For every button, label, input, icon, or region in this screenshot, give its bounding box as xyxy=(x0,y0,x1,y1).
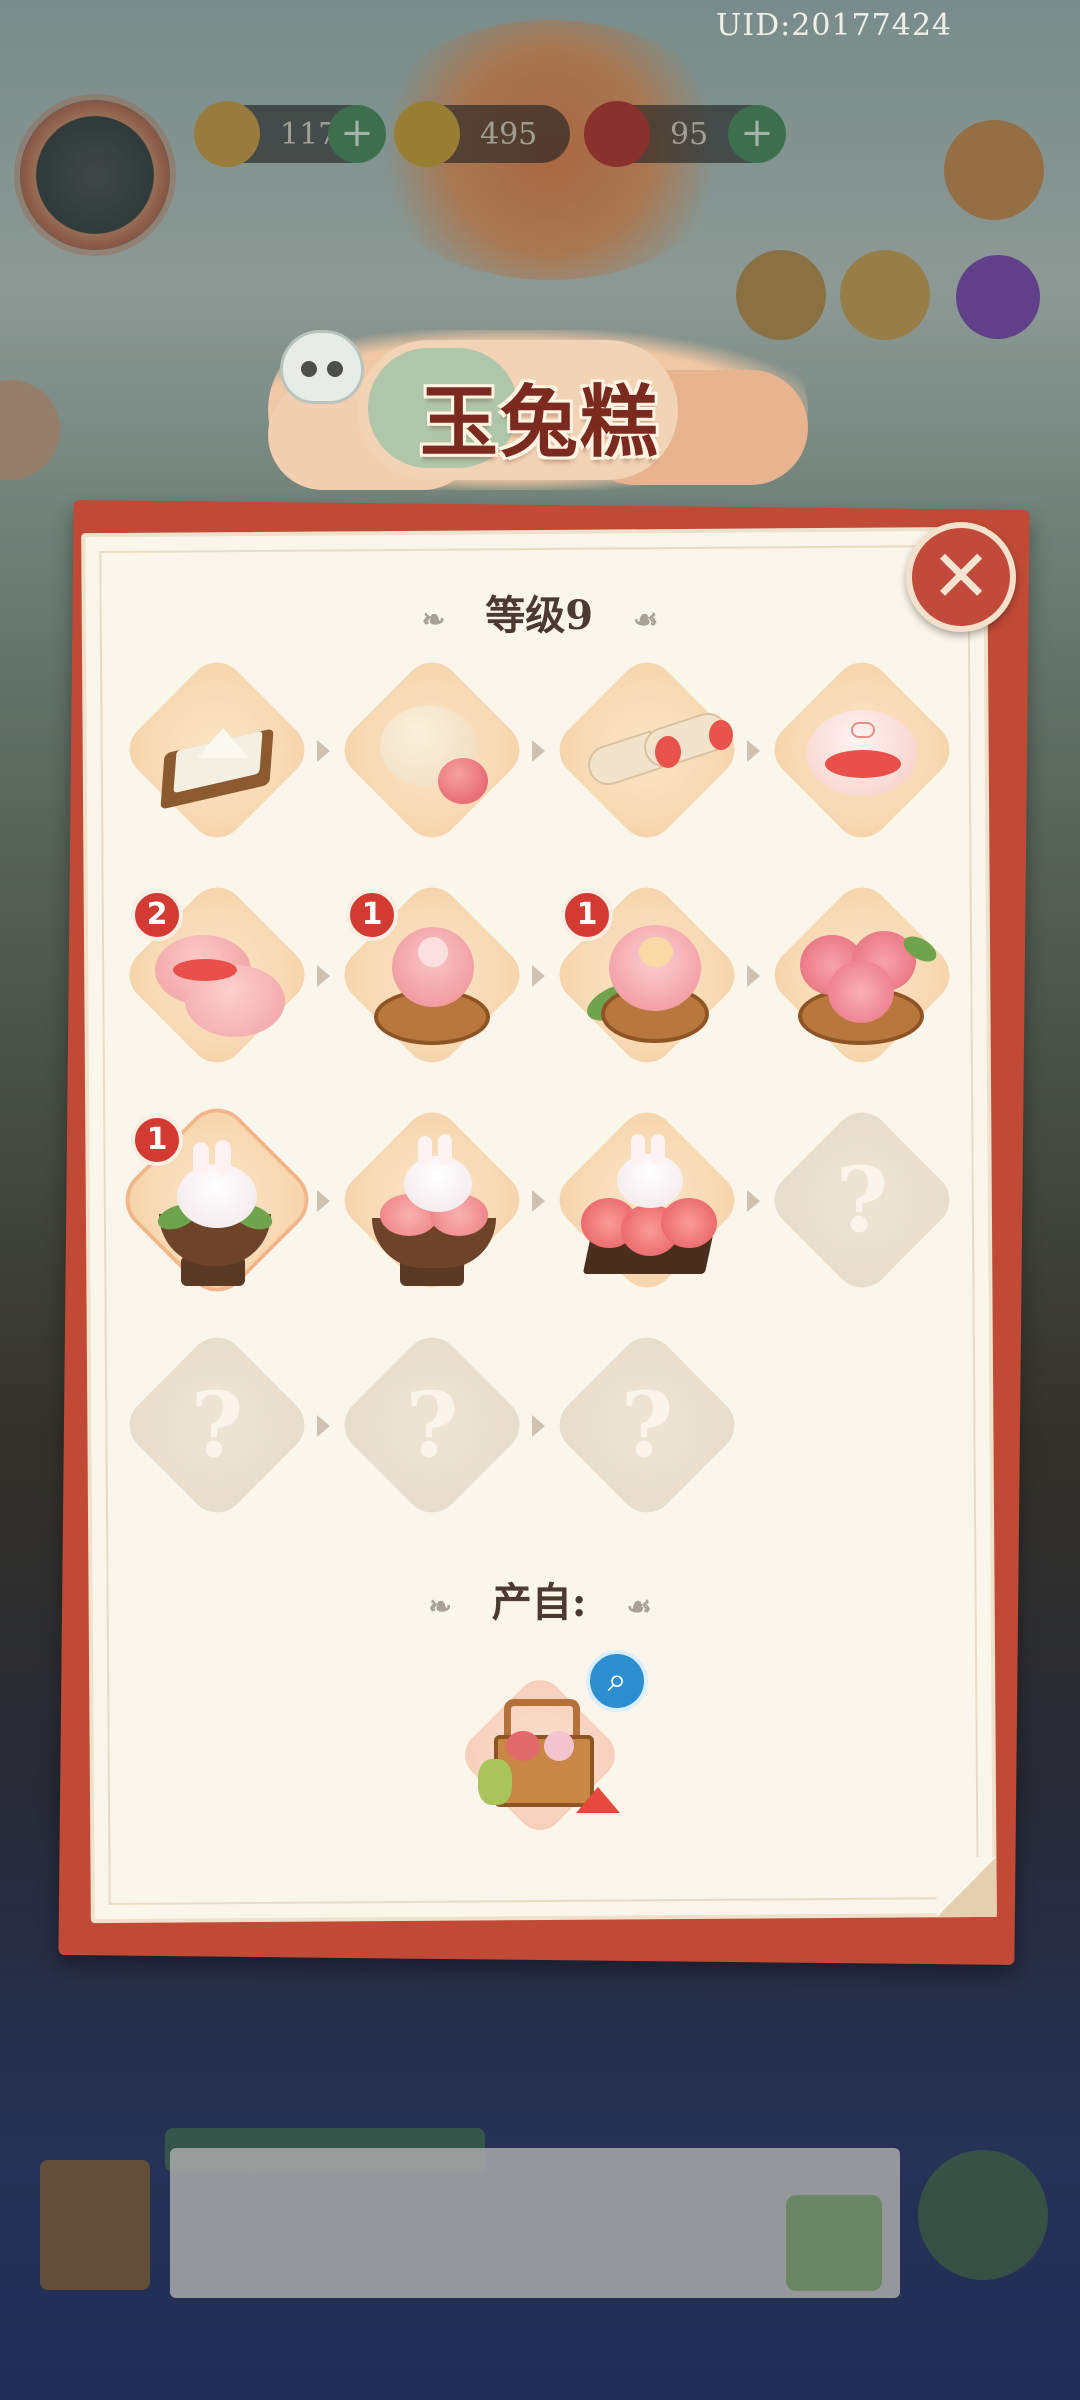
arrow-icon xyxy=(532,740,545,762)
item-slot-6[interactable]: 1 xyxy=(332,875,532,1075)
item-slot-13-locked[interactable]: ? xyxy=(117,1325,317,1525)
arrow-icon xyxy=(317,1415,330,1437)
arrow-icon xyxy=(747,965,760,987)
arrow-icon xyxy=(317,1190,330,1212)
question-mark-icon: ? xyxy=(190,1372,244,1478)
ornament-left-icon: ❧ xyxy=(428,1589,452,1623)
ornament-right-icon: ☙ xyxy=(633,602,659,636)
item-count-badge: 1 xyxy=(561,889,613,941)
arrow-icon xyxy=(532,1415,545,1437)
page-corner-fold xyxy=(936,1856,997,1918)
item-slot-11[interactable] xyxy=(547,1100,747,1300)
ornament-right-icon: ☙ xyxy=(626,1589,652,1623)
item-count-badge: 1 xyxy=(131,1114,183,1166)
arrow-icon xyxy=(532,965,545,987)
item-slot-14-locked[interactable]: ? xyxy=(332,1325,532,1525)
source-heading: ❧ 产自: ☙ xyxy=(0,1570,1080,1628)
item-slot-3[interactable] xyxy=(547,650,747,850)
level-label: 等级9 xyxy=(485,592,594,639)
level-heading: ❧ 等级9 ☙ xyxy=(0,583,1080,641)
arrow-icon xyxy=(532,1190,545,1212)
item-slot-4[interactable] xyxy=(762,650,962,850)
item-slot-15-locked[interactable]: ? xyxy=(547,1325,747,1525)
question-mark-icon: ? xyxy=(620,1372,674,1478)
item-slot-9[interactable]: 1 xyxy=(117,1100,317,1300)
item-count-badge: 1 xyxy=(346,889,398,941)
item-slot-8[interactable] xyxy=(762,875,962,1075)
arrow-icon xyxy=(317,965,330,987)
question-mark-icon: ? xyxy=(405,1372,459,1478)
search-icon[interactable]: ⌕ xyxy=(586,1650,648,1712)
item-slot-10[interactable] xyxy=(332,1100,532,1300)
item-slot-2[interactable] xyxy=(332,650,532,850)
user-id: UID:20177424 xyxy=(716,8,952,43)
item-count-badge: 2 xyxy=(131,889,183,941)
question-mark-icon: ? xyxy=(835,1147,889,1253)
source-label: 产自: xyxy=(491,1579,587,1626)
item-slot-1[interactable] xyxy=(117,650,317,850)
arrow-icon xyxy=(747,740,760,762)
ornament-left-icon: ❧ xyxy=(421,602,446,636)
item-slot-12-locked[interactable]: ? xyxy=(762,1100,962,1300)
arrow-icon xyxy=(747,1190,760,1212)
item-slot-7[interactable]: 1 xyxy=(547,875,747,1075)
arrow-icon xyxy=(317,740,330,762)
item-slot-5[interactable]: 2 xyxy=(117,875,317,1075)
popup-title: 玉兔糕 xyxy=(419,377,660,468)
